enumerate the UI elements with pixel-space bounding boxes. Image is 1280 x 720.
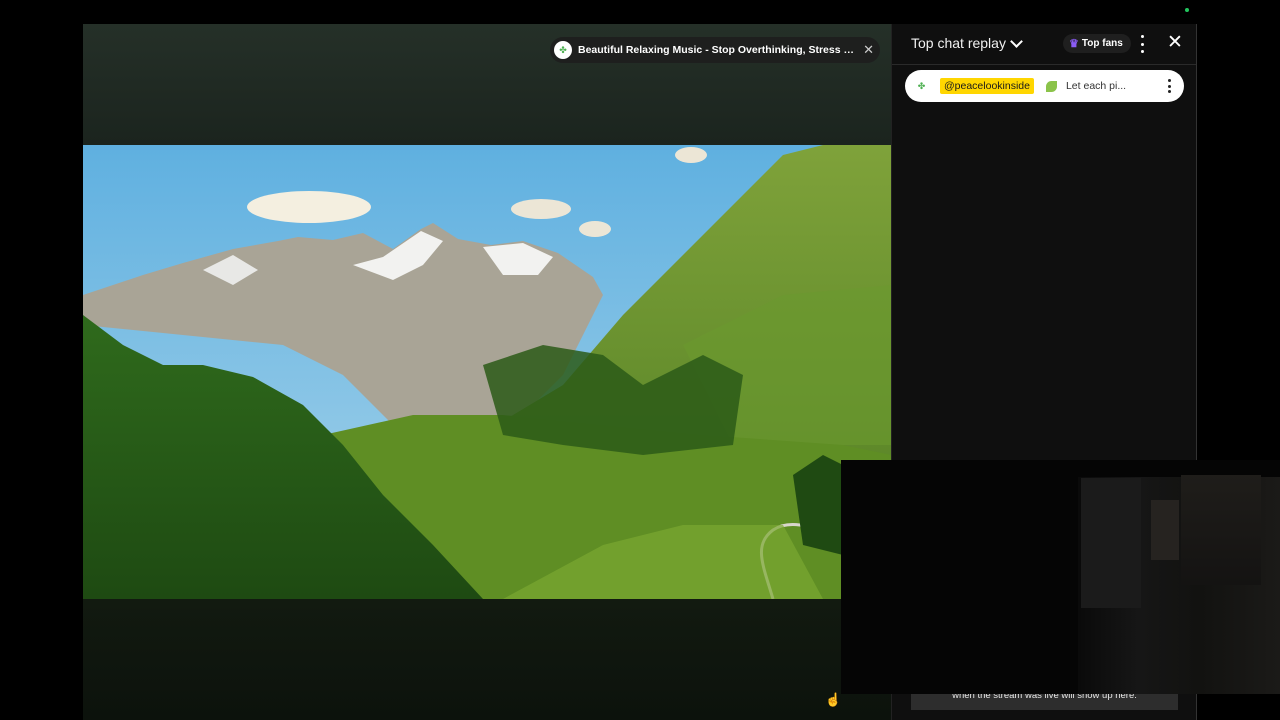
crown-icon: ♛ xyxy=(1069,38,1079,50)
author-avatar: ✤ xyxy=(913,77,930,95)
video-player[interactable]: ✤ Beautiful Relaxing Music - Stop Overth… xyxy=(83,24,891,720)
leaf-emoji-icon xyxy=(1045,80,1057,92)
video-frame-landscape[interactable] xyxy=(83,145,891,599)
letterbox-bottom xyxy=(83,599,891,720)
overlay-shelf-shape xyxy=(1181,475,1261,585)
overlay-window xyxy=(841,460,1280,694)
pinned-message[interactable]: ✤ @peacelookinside Let each pi... xyxy=(905,70,1184,102)
close-icon[interactable]: ✕ xyxy=(863,42,874,58)
chat-close-icon[interactable]: ✕ xyxy=(1167,33,1183,53)
overlay-door-shape xyxy=(1081,478,1141,608)
chevron-down-icon xyxy=(1010,34,1023,48)
chat-mode-dropdown[interactable]: Top chat replay xyxy=(911,34,1023,51)
video-title: Beautiful Relaxing Music - Stop Overthin… xyxy=(578,44,857,56)
chat-more-options-icon[interactable] xyxy=(1137,35,1147,53)
overlay-object-shape xyxy=(1151,500,1179,560)
pinned-more-options-icon[interactable] xyxy=(1164,79,1174,93)
clover-icon: ✤ xyxy=(554,41,572,59)
hand-cursor-icon: ☝ xyxy=(825,692,842,707)
video-title-pill[interactable]: ✤ Beautiful Relaxing Music - Stop Overth… xyxy=(550,37,880,63)
author-name[interactable]: @peacelookinside xyxy=(940,78,1034,94)
chat-header: Top chat replay ♛ Top fans ✕ xyxy=(892,24,1196,65)
pinned-message-text: Let each pi... xyxy=(1065,80,1127,92)
status-indicator-dot xyxy=(1185,8,1189,12)
top-fans-button[interactable]: ♛ Top fans xyxy=(1063,34,1131,53)
top-fans-label: Top fans xyxy=(1081,38,1123,49)
chat-mode-label: Top chat replay xyxy=(911,35,1006,51)
